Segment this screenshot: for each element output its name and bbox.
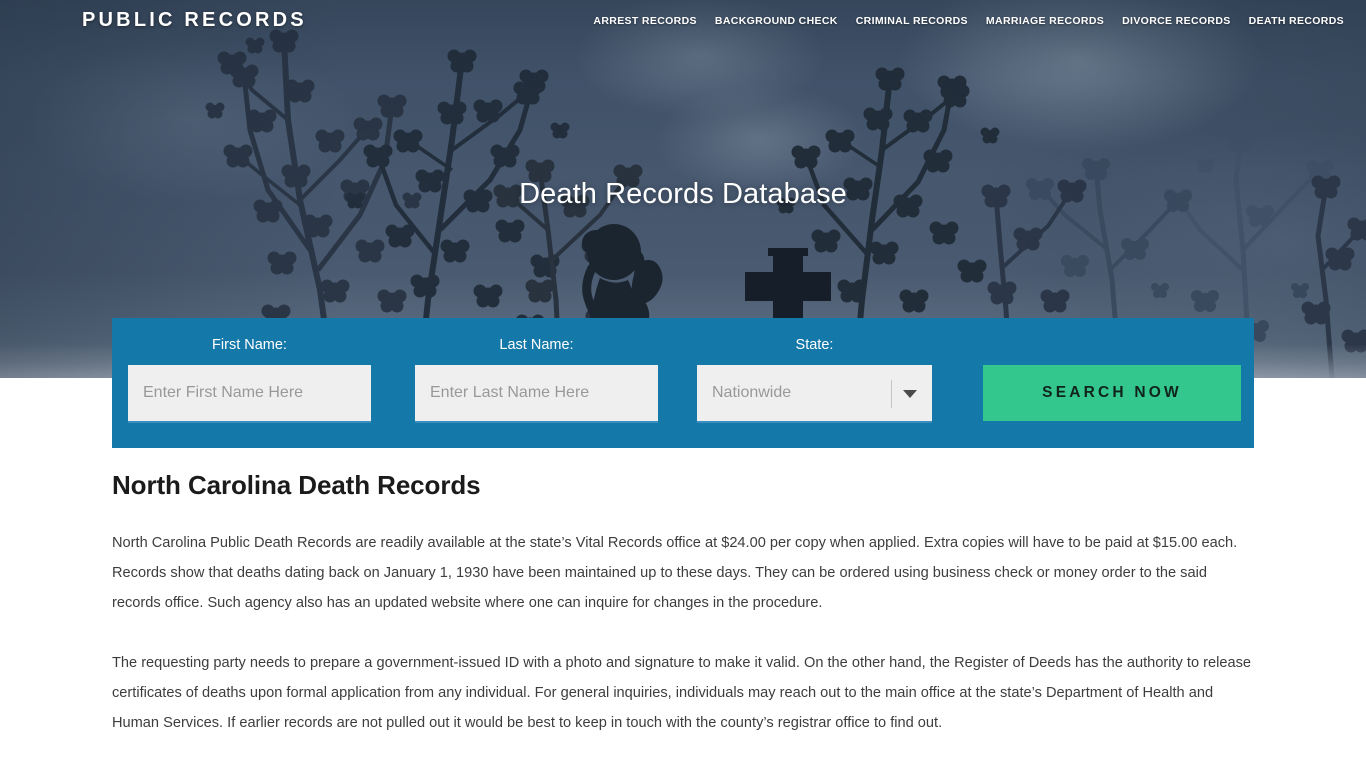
select-divider: [891, 380, 892, 408]
nav-item-arrest-records[interactable]: ARREST RECORDS: [593, 15, 697, 27]
main-content: North Carolina Death Records North Carol…: [112, 470, 1254, 768]
nav-item-death-records[interactable]: DEATH RECORDS: [1249, 15, 1344, 27]
nav-item-divorce-records[interactable]: DIVORCE RECORDS: [1122, 15, 1231, 27]
state-label: State:: [795, 337, 834, 353]
state-field-group: State: Nationwide: [697, 336, 932, 423]
content-paragraph-1: North Carolina Public Death Records are …: [112, 535, 1238, 611]
state-select[interactable]: Nationwide: [697, 365, 932, 423]
search-now-button[interactable]: SEARCH NOW: [983, 365, 1241, 421]
search-form-panel: First Name: Enter First Name Here Last N…: [112, 318, 1254, 448]
nav-item-marriage-records[interactable]: MARRIAGE RECORDS: [986, 15, 1104, 27]
chevron-down-icon[interactable]: [903, 390, 917, 398]
site-header: PUBLIC RECORDS ARREST RECORDS BACKGROUND…: [0, 0, 1366, 44]
last-name-input[interactable]: Enter Last Name Here: [415, 365, 658, 423]
nav-item-criminal-records[interactable]: CRIMINAL RECORDS: [856, 15, 968, 27]
state-selected-value: Nationwide: [712, 384, 792, 401]
first-name-label: First Name:: [212, 337, 287, 353]
site-logo[interactable]: PUBLIC RECORDS: [82, 9, 307, 32]
first-name-field-group: First Name: Enter First Name Here: [128, 336, 371, 423]
main-navigation: ARREST RECORDS BACKGROUND CHECK CRIMINAL…: [593, 15, 1344, 27]
content-heading: North Carolina Death Records: [112, 470, 481, 500]
first-name-input[interactable]: Enter First Name Here: [128, 365, 371, 423]
nav-item-background-check[interactable]: BACKGROUND CHECK: [715, 15, 838, 27]
last-name-field-group: Last Name: Enter Last Name Here: [415, 336, 658, 423]
content-paragraph-2: The requesting party needs to prepare a …: [112, 655, 1251, 731]
first-name-placeholder: Enter First Name Here: [143, 384, 304, 401]
page-title: Death Records Database: [519, 178, 847, 210]
page-root: PUBLIC RECORDS ARREST RECORDS BACKGROUND…: [0, 0, 1366, 768]
last-name-placeholder: Enter Last Name Here: [430, 384, 590, 401]
last-name-label: Last Name:: [499, 337, 574, 353]
